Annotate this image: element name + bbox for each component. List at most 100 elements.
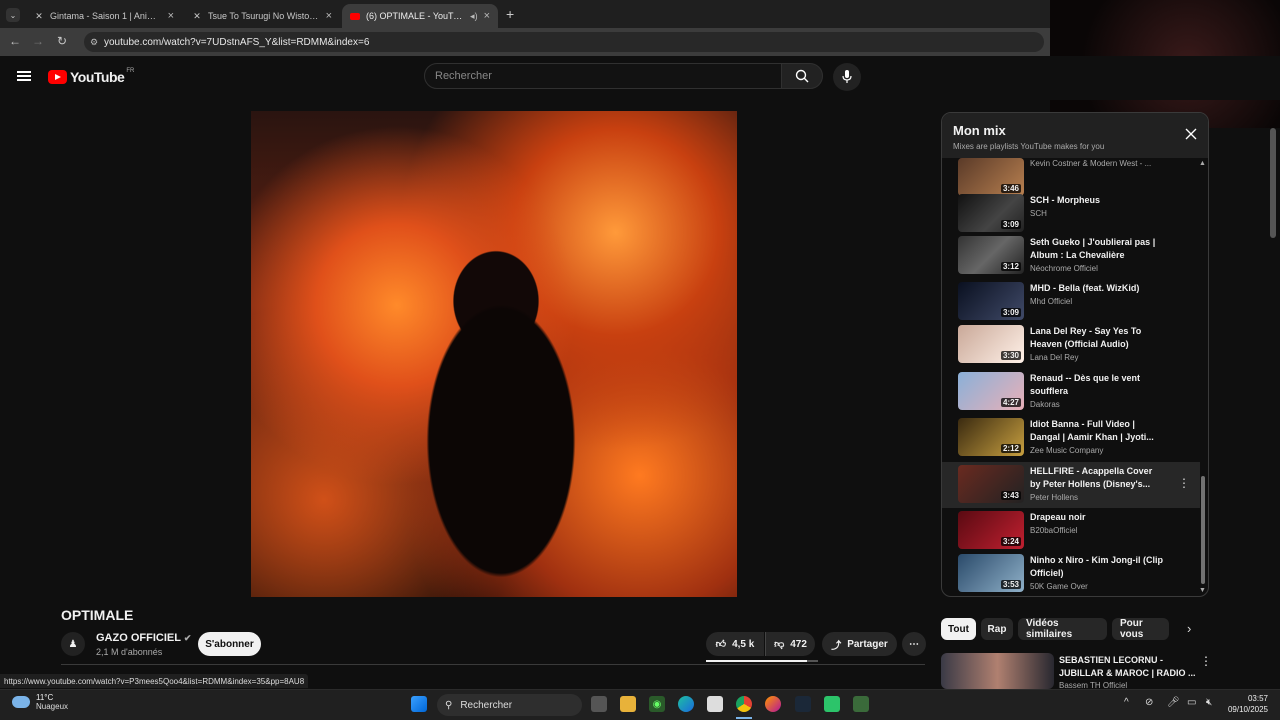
temperature: 11°C (36, 693, 54, 702)
steam-icon[interactable] (795, 696, 811, 712)
mix-item[interactable]: 2:12 Idiot Banna - Full Video | Dangal | … (942, 415, 1200, 461)
mix-item-thumbnail[interactable]: 2:12 (958, 418, 1024, 456)
search-input[interactable]: Rechercher (424, 63, 782, 89)
file-explorer-icon[interactable] (620, 696, 636, 712)
mix-item-thumbnail[interactable]: 3:09 (958, 194, 1024, 232)
mix-item-title[interactable]: Lana Del Rey - Say Yes To Heaven (Offici… (1030, 325, 1165, 351)
anime-sama-icon: ✕ (193, 10, 201, 21)
mix-item-title[interactable]: Drapeau noir (1030, 511, 1165, 524)
video-player[interactable] (251, 111, 737, 597)
share-icon: ⤴ (831, 640, 842, 652)
chip-similar-videos[interactable]: Vidéos similaires (1018, 618, 1107, 640)
scroll-up-icon[interactable]: ▲ (1199, 160, 1206, 167)
mix-item[interactable]: 3:09 MHD - Bella (feat. WizKid) Mhd Offici… (942, 279, 1200, 325)
youtube-play-icon (48, 70, 67, 84)
channel-name[interactable]: GAZO OFFICIEL ✔ (96, 632, 191, 644)
task-view-icon[interactable] (591, 696, 607, 712)
mix-item-title[interactable]: Renaud -- Dès que le vent soufflera (1030, 372, 1165, 398)
like-count: 4,5 k (732, 638, 755, 650)
logo-text: YouTube (70, 69, 125, 85)
subscriber-count: 2,1 M d'abonnés (96, 647, 163, 657)
recommended-thumbnail[interactable] (941, 653, 1054, 689)
mix-scroll-thumb[interactable] (1201, 476, 1205, 584)
forward-icon[interactable]: → (30, 34, 46, 48)
speaker-muted-icon[interactable]: 🔇︎ (1206, 697, 1212, 708)
clock-date: 09/10/2025 (1227, 705, 1268, 714)
mix-item[interactable]: 3:43 HELLFIRE - Acappella Cover by Peter … (942, 462, 1200, 508)
mix-item-title[interactable]: HELLFIRE - Acappella Cover by Peter Holl… (1030, 465, 1165, 491)
chip-rap[interactable]: Rap (981, 618, 1013, 640)
mix-item-thumbnail[interactable]: 3:53 (958, 554, 1024, 592)
mix-item-thumbnail[interactable]: 3:12 (958, 236, 1024, 274)
mix-item-channel: B20baOfficiel (1030, 526, 1078, 535)
chip-all[interactable]: Tout (941, 618, 976, 640)
more-vertical-icon[interactable]: ⋮ (1178, 476, 1190, 490)
channel-avatar[interactable]: ♟ (61, 632, 85, 656)
mute-tab-icon[interactable]: ◂) (470, 11, 478, 22)
tab-gintama[interactable]: ✕ Gintama - Saison 1 | Anime-Sama × (26, 4, 182, 28)
display-icon[interactable]: ▭ (1187, 697, 1196, 708)
like-button[interactable]: 👍︎ 4,5 k (706, 632, 764, 656)
mix-item-thumbnail[interactable]: 3:43 (958, 465, 1024, 503)
mix-item-title[interactable]: Ninho x Niro - Kim Jong-il (Clip Officie… (1030, 554, 1165, 580)
mix-item-thumbnail[interactable]: 4:27 (958, 372, 1024, 410)
site-info-icon[interactable]: ⚙ (90, 37, 98, 48)
reload-icon[interactable]: ↻ (54, 34, 70, 48)
subscribe-button[interactable]: S'abonner (198, 632, 261, 656)
mix-item-title[interactable]: SCH - Morpheus (1030, 194, 1165, 207)
network-off-icon[interactable]: ⊘ (1145, 697, 1153, 708)
mix-item-thumbnail[interactable]: 3:09 (958, 282, 1024, 320)
search-button[interactable] (781, 63, 823, 89)
back-icon[interactable]: ← (7, 34, 23, 48)
chevron-right-icon[interactable]: › (1187, 621, 1191, 636)
scroll-down-icon[interactable]: ▼ (1199, 587, 1206, 594)
mix-item[interactable]: 3:24 Drapeau noir B20baOfficiel (942, 508, 1200, 554)
recommended-title[interactable]: SEBASTIEN LECORNU - JUBILLAR & MAROC | R… (1059, 654, 1199, 680)
mix-item-thumbnail[interactable]: 3:24 (958, 511, 1024, 549)
close-tab-icon[interactable]: × (484, 10, 490, 22)
menu-icon[interactable] (17, 71, 31, 81)
close-tab-icon[interactable]: × (168, 10, 174, 22)
tab-title: (6) OPTIMALE - YouTube (366, 11, 465, 21)
mix-item-title[interactable]: MHD - Bella (feat. WizKid) (1030, 282, 1165, 295)
youtube-logo[interactable]: YouTube FR (48, 68, 134, 85)
mix-item[interactable]: 3:53 Ninho x Niro - Kim Jong-il (Clip Off… (942, 551, 1200, 596)
new-tab-icon[interactable]: + (506, 6, 514, 22)
nvidia-icon[interactable]: ◉ (649, 696, 665, 712)
edge-icon[interactable] (678, 696, 694, 712)
chip-for-you[interactable]: Pour vous (1112, 618, 1169, 640)
tab-youtube[interactable]: (6) OPTIMALE - YouTube ◂) × (342, 4, 498, 28)
status-bar-url: https://www.youtube.com/watch?v=P3mees5Q… (0, 674, 309, 688)
weather-widget[interactable]: 11°C Nuageux (12, 693, 68, 711)
clock[interactable]: 03:57 09/10/2025 (1224, 693, 1268, 715)
page-scrollbar[interactable] (1270, 128, 1276, 238)
tab-search-icon[interactable]: ⌄ (6, 8, 20, 22)
mix-item-title[interactable]: Seth Gueko | J'oublierai pas | Album : L… (1030, 236, 1165, 262)
tray-chevron-icon[interactable]: ^ (1124, 697, 1129, 708)
voice-search-button[interactable] (833, 63, 861, 91)
mix-item-thumbnail[interactable]: 3:30 (958, 325, 1024, 363)
mix-item[interactable]: 3:09 SCH - Morpheus SCH (942, 191, 1200, 237)
taskbar-search[interactable]: ⚲ Rechercher (437, 694, 582, 716)
tab-wistoria[interactable]: ✕ Tsue To Tsurugi No Wistoria - S × (184, 4, 340, 28)
close-icon[interactable] (1185, 128, 1197, 140)
microphone-icon[interactable]: 🎤︎ (1167, 697, 1180, 708)
utility-app-icon[interactable] (853, 696, 869, 712)
game-launcher-icon[interactable] (824, 696, 840, 712)
mix-item-channel: Lana Del Rey (1030, 353, 1079, 362)
more-vertical-icon[interactable]: ⋮ (1200, 654, 1212, 668)
mix-item[interactable]: 3:12 Seth Gueko | J'oublierai pas | Album… (942, 233, 1200, 279)
store-icon[interactable] (707, 696, 723, 712)
mix-item[interactable]: 3:30 Lana Del Rey - Say Yes To Heaven (Of… (942, 322, 1200, 368)
mix-item[interactable]: 4:27 Renaud -- Dès que le vent soufflera D… (942, 369, 1200, 415)
firefox-icon[interactable] (765, 696, 781, 712)
tab-title: Gintama - Saison 1 | Anime-Sama (50, 11, 162, 21)
close-tab-icon[interactable]: × (326, 10, 332, 22)
chrome-icon[interactable] (736, 696, 752, 712)
share-button[interactable]: ⤴ Partager (822, 632, 897, 656)
mix-item-title[interactable]: Idiot Banna - Full Video | Dangal | Aami… (1030, 418, 1165, 444)
windows-start-icon[interactable] (411, 696, 427, 712)
url-field[interactable]: ⚙ youtube.com/watch?v=7UDstnAFS_Y&list=R… (84, 32, 1044, 52)
more-actions-button[interactable]: ⋯ (902, 632, 926, 656)
dislike-button[interactable]: 👎︎ 472 (765, 632, 815, 656)
